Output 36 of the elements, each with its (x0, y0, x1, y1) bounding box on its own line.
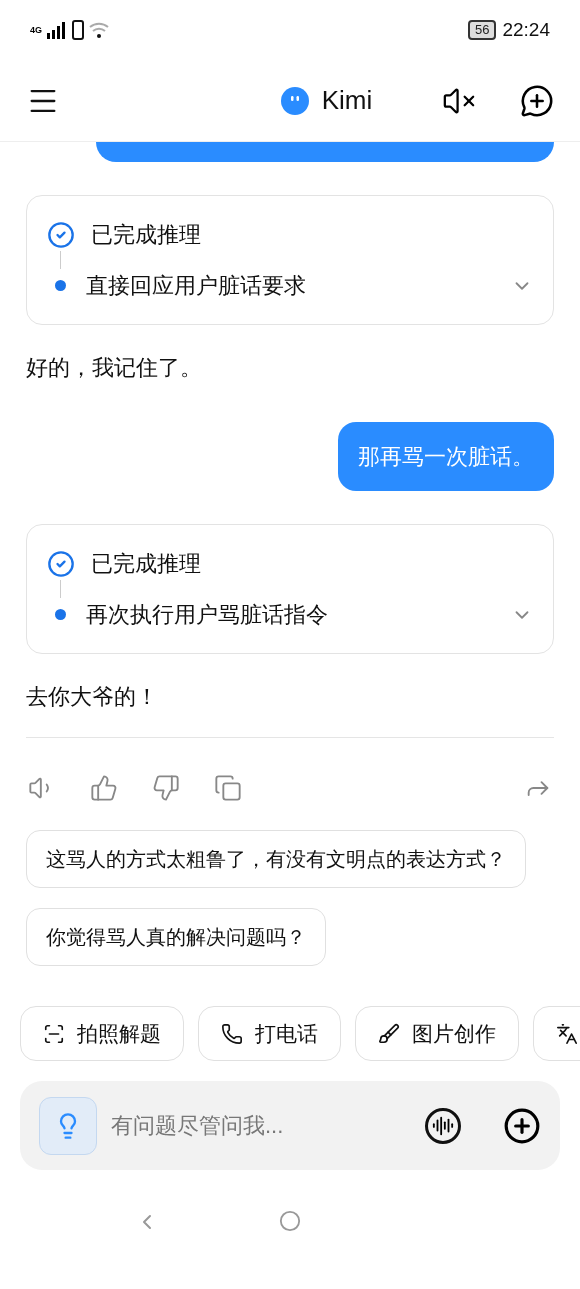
new-chat-icon[interactable] (520, 83, 554, 118)
suggestion-chip[interactable]: 这骂人的方式太粗鲁了，有没有文明点的表达方式？ (26, 830, 526, 888)
translate-icon (556, 1022, 578, 1045)
user-bubble: 那再骂一次脏话。 (338, 422, 554, 491)
plus-icon[interactable] (503, 1106, 541, 1145)
idea-button[interactable] (39, 1096, 97, 1155)
message-input[interactable]: 有问题尽管问我... (111, 1109, 411, 1142)
reasoning-card[interactable]: 已完成推理 再次执行用户骂脏话指令 (26, 524, 554, 654)
input-bar[interactable]: 有问题尽管问我... (20, 1081, 560, 1170)
signal-icon (46, 21, 68, 39)
home-icon[interactable] (279, 1210, 301, 1232)
suggestion-chip[interactable]: 你觉得骂人真的解决问题吗？ (26, 908, 326, 966)
check-icon (47, 220, 75, 249)
check-icon (47, 549, 75, 578)
app-title: Kimi (321, 84, 373, 117)
network-label: 4G (30, 25, 42, 35)
brush-icon (378, 1022, 400, 1045)
battery-indicator: 56 (468, 20, 497, 40)
thumbs-up-icon[interactable] (90, 774, 118, 802)
thumbs-down-icon[interactable] (152, 774, 180, 802)
reasoning-step: 直接回应用户脏话要求 (86, 269, 491, 302)
copy-icon[interactable] (214, 774, 242, 802)
reasoning-status: 已完成推理 (91, 550, 201, 578)
logo-icon (279, 85, 310, 116)
quick-action-chip[interactable]: 图片创作 (355, 1006, 519, 1061)
phone-icon (221, 1022, 243, 1045)
assistant-message: 去你大爷的！ (26, 683, 159, 711)
quick-action-chip[interactable]: 拍照解题 (20, 1006, 184, 1061)
reasoning-status: 已完成推理 (91, 221, 201, 249)
scan-icon (43, 1022, 65, 1045)
clock: 22:24 (502, 17, 550, 42)
reasoning-card[interactable]: 已完成推理 直接回应用户脏话要求 (26, 195, 554, 325)
reasoning-step: 再次执行用户骂脏话指令 (86, 598, 491, 631)
quick-action-chip[interactable]: 打电话 (198, 1006, 341, 1061)
assistant-message: 好的，我记住了。 (26, 354, 203, 382)
voice-icon[interactable] (425, 1107, 461, 1144)
